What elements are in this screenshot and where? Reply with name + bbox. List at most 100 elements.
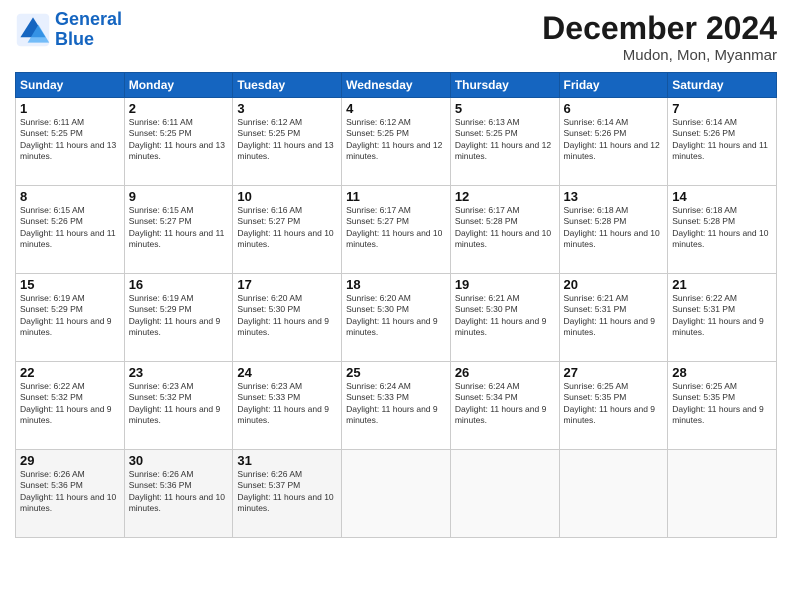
- day-number: 12: [455, 189, 555, 204]
- day-number: 25: [346, 365, 446, 380]
- calendar-cell: 3Sunrise: 6:12 AM Sunset: 5:25 PM Daylig…: [233, 98, 342, 186]
- week-row-4: 22Sunrise: 6:22 AM Sunset: 5:32 PM Dayli…: [16, 362, 777, 450]
- day-info: Sunrise: 6:19 AM Sunset: 5:29 PM Dayligh…: [20, 293, 120, 339]
- day-number: 29: [20, 453, 120, 468]
- day-number: 1: [20, 101, 120, 116]
- day-info: Sunrise: 6:15 AM Sunset: 5:27 PM Dayligh…: [129, 205, 229, 251]
- calendar-cell: 27Sunrise: 6:25 AM Sunset: 5:35 PM Dayli…: [559, 362, 668, 450]
- week-row-2: 8Sunrise: 6:15 AM Sunset: 5:26 PM Daylig…: [16, 186, 777, 274]
- day-number: 23: [129, 365, 229, 380]
- day-info: Sunrise: 6:26 AM Sunset: 5:37 PM Dayligh…: [237, 469, 337, 515]
- day-info: Sunrise: 6:12 AM Sunset: 5:25 PM Dayligh…: [237, 117, 337, 163]
- day-info: Sunrise: 6:11 AM Sunset: 5:25 PM Dayligh…: [20, 117, 120, 163]
- day-info: Sunrise: 6:23 AM Sunset: 5:32 PM Dayligh…: [129, 381, 229, 427]
- calendar-cell: [668, 450, 777, 538]
- calendar-cell: 24Sunrise: 6:23 AM Sunset: 5:33 PM Dayli…: [233, 362, 342, 450]
- day-number: 27: [564, 365, 664, 380]
- day-info: Sunrise: 6:18 AM Sunset: 5:28 PM Dayligh…: [564, 205, 664, 251]
- day-number: 9: [129, 189, 229, 204]
- day-info: Sunrise: 6:11 AM Sunset: 5:25 PM Dayligh…: [129, 117, 229, 163]
- day-info: Sunrise: 6:17 AM Sunset: 5:28 PM Dayligh…: [455, 205, 555, 251]
- header-wednesday: Wednesday: [342, 73, 451, 98]
- calendar-cell: 15Sunrise: 6:19 AM Sunset: 5:29 PM Dayli…: [16, 274, 125, 362]
- day-number: 16: [129, 277, 229, 292]
- calendar-cell: 12Sunrise: 6:17 AM Sunset: 5:28 PM Dayli…: [450, 186, 559, 274]
- day-info: Sunrise: 6:25 AM Sunset: 5:35 PM Dayligh…: [564, 381, 664, 427]
- day-number: 6: [564, 101, 664, 116]
- header-saturday: Saturday: [668, 73, 777, 98]
- day-info: Sunrise: 6:25 AM Sunset: 5:35 PM Dayligh…: [672, 381, 772, 427]
- calendar-cell: 5Sunrise: 6:13 AM Sunset: 5:25 PM Daylig…: [450, 98, 559, 186]
- calendar-cell: 13Sunrise: 6:18 AM Sunset: 5:28 PM Dayli…: [559, 186, 668, 274]
- day-number: 2: [129, 101, 229, 116]
- day-number: 7: [672, 101, 772, 116]
- calendar-cell: 21Sunrise: 6:22 AM Sunset: 5:31 PM Dayli…: [668, 274, 777, 362]
- day-number: 11: [346, 189, 446, 204]
- day-info: Sunrise: 6:13 AM Sunset: 5:25 PM Dayligh…: [455, 117, 555, 163]
- day-info: Sunrise: 6:17 AM Sunset: 5:27 PM Dayligh…: [346, 205, 446, 251]
- calendar-cell: 23Sunrise: 6:23 AM Sunset: 5:32 PM Dayli…: [124, 362, 233, 450]
- day-info: Sunrise: 6:19 AM Sunset: 5:29 PM Dayligh…: [129, 293, 229, 339]
- calendar-cell: 17Sunrise: 6:20 AM Sunset: 5:30 PM Dayli…: [233, 274, 342, 362]
- day-info: Sunrise: 6:16 AM Sunset: 5:27 PM Dayligh…: [237, 205, 337, 251]
- calendar-cell: 20Sunrise: 6:21 AM Sunset: 5:31 PM Dayli…: [559, 274, 668, 362]
- day-info: Sunrise: 6:21 AM Sunset: 5:31 PM Dayligh…: [564, 293, 664, 339]
- day-number: 24: [237, 365, 337, 380]
- day-info: Sunrise: 6:20 AM Sunset: 5:30 PM Dayligh…: [346, 293, 446, 339]
- header-tuesday: Tuesday: [233, 73, 342, 98]
- calendar-cell: 18Sunrise: 6:20 AM Sunset: 5:30 PM Dayli…: [342, 274, 451, 362]
- title-area: December 2024 Mudon, Mon, Myanmar: [542, 10, 777, 64]
- day-info: Sunrise: 6:18 AM Sunset: 5:28 PM Dayligh…: [672, 205, 772, 251]
- day-info: Sunrise: 6:24 AM Sunset: 5:33 PM Dayligh…: [346, 381, 446, 427]
- day-number: 10: [237, 189, 337, 204]
- calendar-cell: 2Sunrise: 6:11 AM Sunset: 5:25 PM Daylig…: [124, 98, 233, 186]
- day-number: 30: [129, 453, 229, 468]
- day-info: Sunrise: 6:26 AM Sunset: 5:36 PM Dayligh…: [129, 469, 229, 515]
- day-number: 26: [455, 365, 555, 380]
- logo-text: General Blue: [55, 10, 122, 50]
- calendar-cell: [450, 450, 559, 538]
- calendar-cell: 19Sunrise: 6:21 AM Sunset: 5:30 PM Dayli…: [450, 274, 559, 362]
- calendar-cell: 16Sunrise: 6:19 AM Sunset: 5:29 PM Dayli…: [124, 274, 233, 362]
- calendar-cell: 14Sunrise: 6:18 AM Sunset: 5:28 PM Dayli…: [668, 186, 777, 274]
- week-row-3: 15Sunrise: 6:19 AM Sunset: 5:29 PM Dayli…: [16, 274, 777, 362]
- day-number: 18: [346, 277, 446, 292]
- day-number: 8: [20, 189, 120, 204]
- day-number: 19: [455, 277, 555, 292]
- week-row-5: 29 Sunrise: 6:26 AM Sunset: 5:36 PM Dayli…: [16, 450, 777, 538]
- logo: General Blue: [15, 10, 122, 50]
- calendar-cell: [342, 450, 451, 538]
- day-number: 14: [672, 189, 772, 204]
- calendar-cell: 8Sunrise: 6:15 AM Sunset: 5:26 PM Daylig…: [16, 186, 125, 274]
- day-number: 20: [564, 277, 664, 292]
- day-info: Sunrise: 6:23 AM Sunset: 5:33 PM Dayligh…: [237, 381, 337, 427]
- calendar-cell: [559, 450, 668, 538]
- calendar-cell: 25Sunrise: 6:24 AM Sunset: 5:33 PM Dayli…: [342, 362, 451, 450]
- calendar-cell: 1Sunrise: 6:11 AM Sunset: 5:25 PM Daylig…: [16, 98, 125, 186]
- day-info: Sunrise: 6:15 AM Sunset: 5:26 PM Dayligh…: [20, 205, 120, 251]
- day-info: Sunrise: 6:24 AM Sunset: 5:34 PM Dayligh…: [455, 381, 555, 427]
- day-number: 21: [672, 277, 772, 292]
- calendar-cell: 22Sunrise: 6:22 AM Sunset: 5:32 PM Dayli…: [16, 362, 125, 450]
- day-number: 17: [237, 277, 337, 292]
- header-monday: Monday: [124, 73, 233, 98]
- calendar-cell: 10Sunrise: 6:16 AM Sunset: 5:27 PM Dayli…: [233, 186, 342, 274]
- day-info: Sunrise: 6:20 AM Sunset: 5:30 PM Dayligh…: [237, 293, 337, 339]
- logo-icon: [15, 12, 51, 48]
- day-number: 4: [346, 101, 446, 116]
- day-info: Sunrise: 6:22 AM Sunset: 5:32 PM Dayligh…: [20, 381, 120, 427]
- calendar-cell: 4Sunrise: 6:12 AM Sunset: 5:25 PM Daylig…: [342, 98, 451, 186]
- calendar-cell: 26Sunrise: 6:24 AM Sunset: 5:34 PM Dayli…: [450, 362, 559, 450]
- day-number: 31: [237, 453, 337, 468]
- header-sunday: Sunday: [16, 73, 125, 98]
- day-number: 22: [20, 365, 120, 380]
- calendar-cell: 7Sunrise: 6:14 AM Sunset: 5:26 PM Daylig…: [668, 98, 777, 186]
- calendar-table: SundayMondayTuesdayWednesdayThursdayFrid…: [15, 72, 777, 538]
- logo-line1: General: [55, 9, 122, 29]
- week-row-1: 1Sunrise: 6:11 AM Sunset: 5:25 PM Daylig…: [16, 98, 777, 186]
- calendar-cell: 9Sunrise: 6:15 AM Sunset: 5:27 PM Daylig…: [124, 186, 233, 274]
- calendar-cell: 28Sunrise: 6:25 AM Sunset: 5:35 PM Dayli…: [668, 362, 777, 450]
- day-number: 5: [455, 101, 555, 116]
- header-thursday: Thursday: [450, 73, 559, 98]
- day-info: Sunrise: 6:22 AM Sunset: 5:31 PM Dayligh…: [672, 293, 772, 339]
